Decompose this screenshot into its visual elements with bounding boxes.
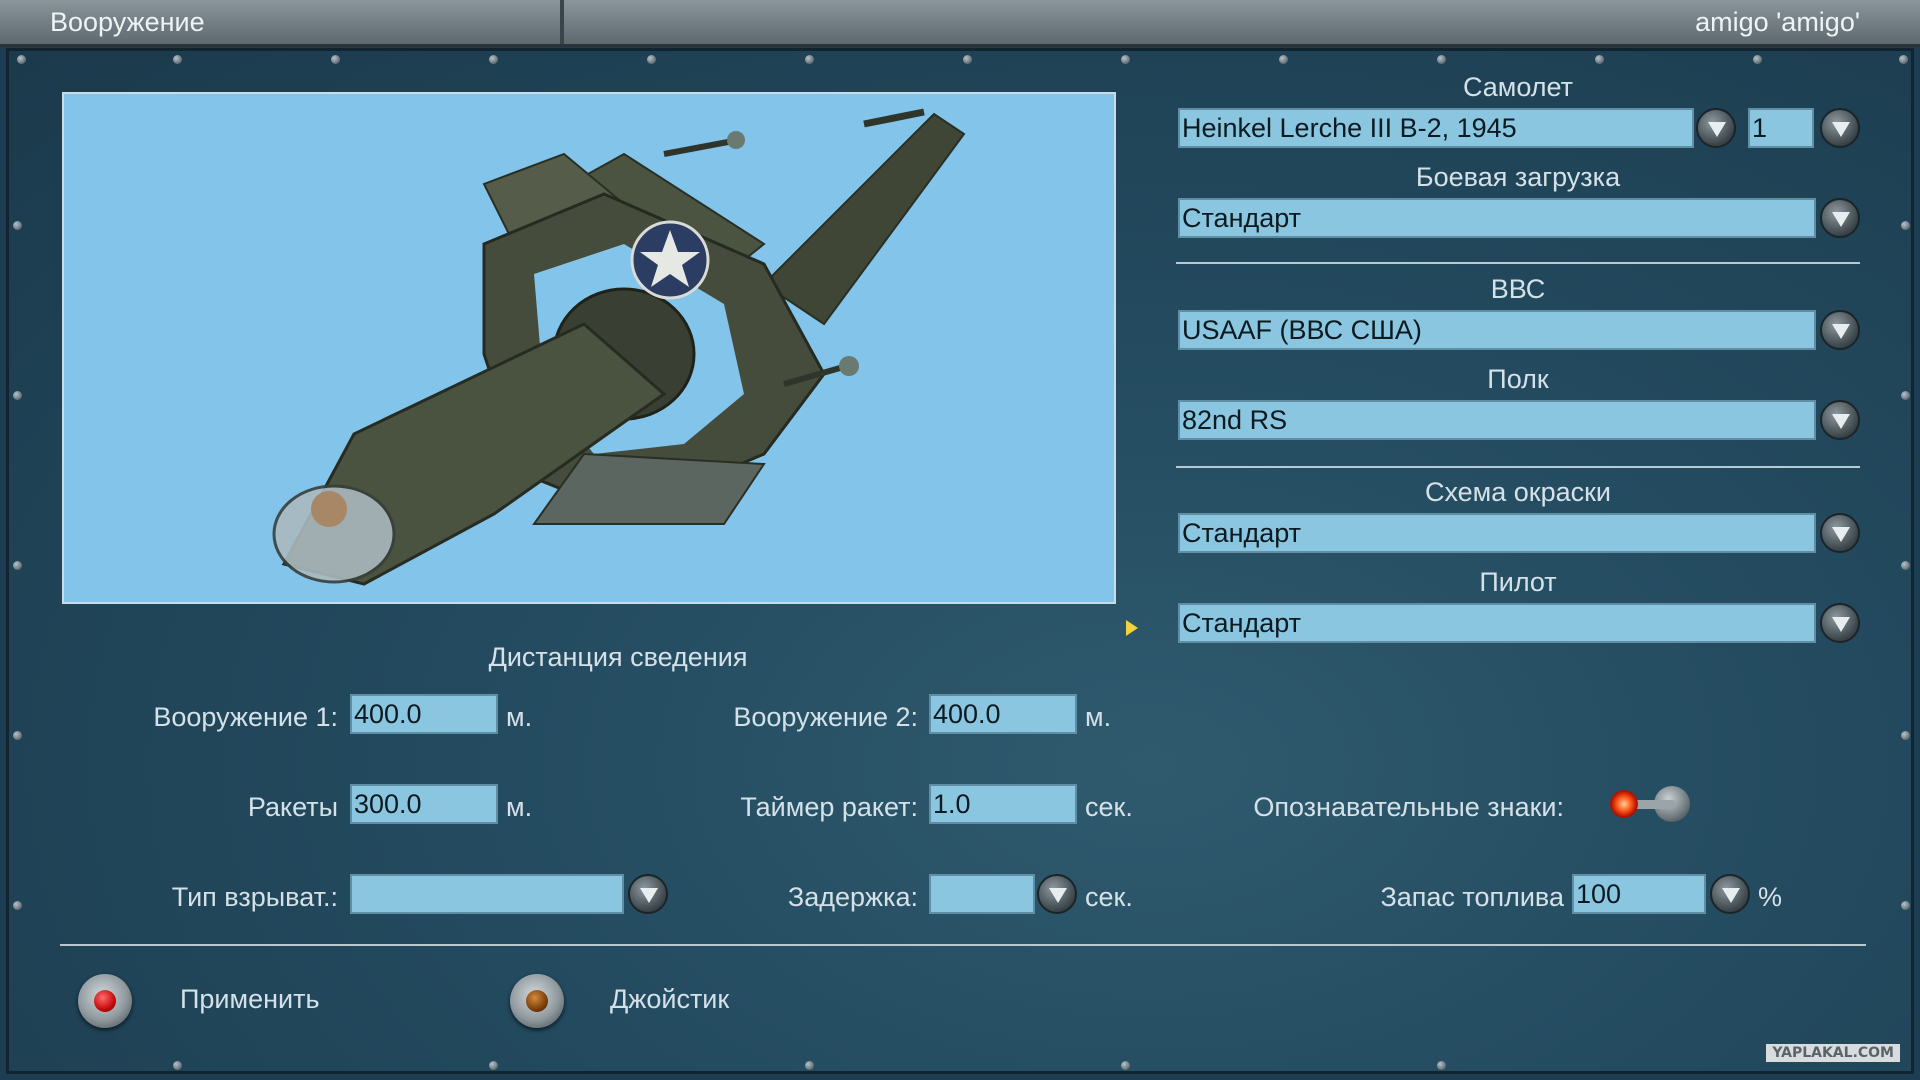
aircraft-model-image: [272, 108, 966, 586]
chevron-down-icon[interactable]: [1037, 874, 1077, 914]
loadout-label: Боевая загрузка: [1415, 162, 1621, 192]
rivet: [173, 1061, 182, 1070]
air-force-label: ВВС: [1490, 274, 1546, 304]
paint-scheme-label: Схема окраски: [1424, 477, 1612, 507]
divider: [1176, 466, 1860, 468]
paint-scheme-select[interactable]: Стандарт: [1178, 513, 1816, 553]
rivet: [1753, 55, 1762, 64]
delay-select[interactable]: [929, 874, 1035, 914]
window-title: Вооружение: [50, 7, 205, 37]
rivet: [1437, 55, 1446, 64]
watermark: YAPLAKAL.COM: [1766, 1044, 1900, 1062]
rivet: [1901, 731, 1910, 740]
rockets-label: Ракеты: [247, 792, 338, 822]
chevron-down-icon[interactable]: [1820, 310, 1860, 350]
joystick-button[interactable]: [510, 974, 564, 1028]
chevron-down-icon[interactable]: [1710, 874, 1750, 914]
weapon2-distance-input[interactable]: 400.0: [929, 694, 1077, 734]
pilot-select[interactable]: Стандарт: [1178, 603, 1816, 643]
delay-label: Задержка:: [787, 882, 918, 912]
loadout-select[interactable]: Стандарт: [1178, 198, 1816, 238]
aircraft-preview[interactable]: [62, 92, 1116, 604]
rivet: [489, 1061, 498, 1070]
aircraft-label: Самолет: [1462, 72, 1574, 102]
chevron-down-icon[interactable]: [1820, 603, 1860, 643]
rivet: [1901, 391, 1910, 400]
rivet: [17, 55, 26, 64]
delay-unit: сек.: [1085, 882, 1133, 912]
chevron-down-icon[interactable]: [628, 874, 668, 914]
chevron-down-icon[interactable]: [1820, 400, 1860, 440]
rivet: [1901, 901, 1910, 910]
rivet: [13, 901, 22, 910]
rivet: [331, 55, 340, 64]
rocket-timer-label: Таймер ракет:: [740, 792, 918, 822]
apply-label[interactable]: Применить: [180, 984, 320, 1015]
weapon1-distance-input[interactable]: 400.0: [350, 694, 498, 734]
rivet: [1121, 1061, 1130, 1070]
rivet: [1437, 1061, 1446, 1070]
chevron-down-icon[interactable]: [1820, 108, 1860, 148]
rivet: [1121, 55, 1130, 64]
aircraft-select[interactable]: Heinkel Lerche III B-2, 1945: [1178, 108, 1694, 148]
fuel-label: Запас топлива: [1380, 882, 1564, 912]
markings-toggle[interactable]: [1610, 784, 1700, 824]
rivet: [13, 561, 22, 570]
rocket-timer-unit: сек.: [1085, 792, 1133, 822]
rockets-unit: м.: [506, 792, 533, 822]
chevron-down-icon[interactable]: [1696, 108, 1736, 148]
weapon1-label: Вооружение 1:: [153, 702, 338, 732]
fuel-select[interactable]: 100: [1572, 874, 1706, 914]
title-bar: Вооружение amigo 'amigo': [0, 0, 1920, 47]
convergence-heading: Дистанция сведения: [488, 642, 748, 672]
rivet: [13, 731, 22, 740]
chevron-down-icon[interactable]: [1820, 198, 1860, 238]
apply-button[interactable]: [78, 974, 132, 1028]
rivet: [805, 55, 814, 64]
rocket-timer-input[interactable]: 1.0: [929, 784, 1077, 824]
regiment-select[interactable]: 82nd RS: [1178, 400, 1816, 440]
title-tab: Вооружение: [0, 0, 564, 44]
fuze-type-label: Тип взрыват.:: [171, 882, 338, 912]
rivet: [1901, 561, 1910, 570]
weapon2-label: Вооружение 2:: [733, 702, 918, 732]
rivet: [1279, 55, 1288, 64]
red-led-icon: [94, 990, 116, 1012]
joystick-label[interactable]: Джойстик: [610, 984, 729, 1015]
rivet: [489, 55, 498, 64]
chevron-down-icon[interactable]: [1820, 513, 1860, 553]
rivet: [963, 55, 972, 64]
pilot-label: Пилот: [1479, 567, 1557, 597]
divider: [1176, 262, 1860, 264]
rivet: [1901, 221, 1910, 230]
rockets-distance-input[interactable]: 300.0: [350, 784, 498, 824]
fuze-type-select[interactable]: [350, 874, 624, 914]
rivet: [1899, 55, 1908, 64]
regiment-label: Полк: [1487, 364, 1549, 394]
markings-label: Опознавательные знаки:: [1253, 792, 1564, 822]
divider: [60, 944, 1866, 946]
rivet: [13, 391, 22, 400]
red-led-icon: [1610, 790, 1638, 818]
air-force-select[interactable]: USAAF (ВВС США): [1178, 310, 1816, 350]
cursor-icon: [1126, 620, 1138, 636]
rivet: [173, 55, 182, 64]
user-name: amigo 'amigo': [1695, 7, 1860, 37]
brown-led-icon: [526, 990, 548, 1012]
rivet: [805, 1061, 814, 1070]
rivet: [13, 221, 22, 230]
weapon2-unit: м.: [1085, 702, 1112, 732]
aircraft-number-select[interactable]: 1: [1748, 108, 1814, 148]
fuel-unit: %: [1758, 882, 1783, 912]
rivet: [647, 55, 656, 64]
weapon1-unit: м.: [506, 702, 533, 732]
rivet: [1595, 55, 1604, 64]
